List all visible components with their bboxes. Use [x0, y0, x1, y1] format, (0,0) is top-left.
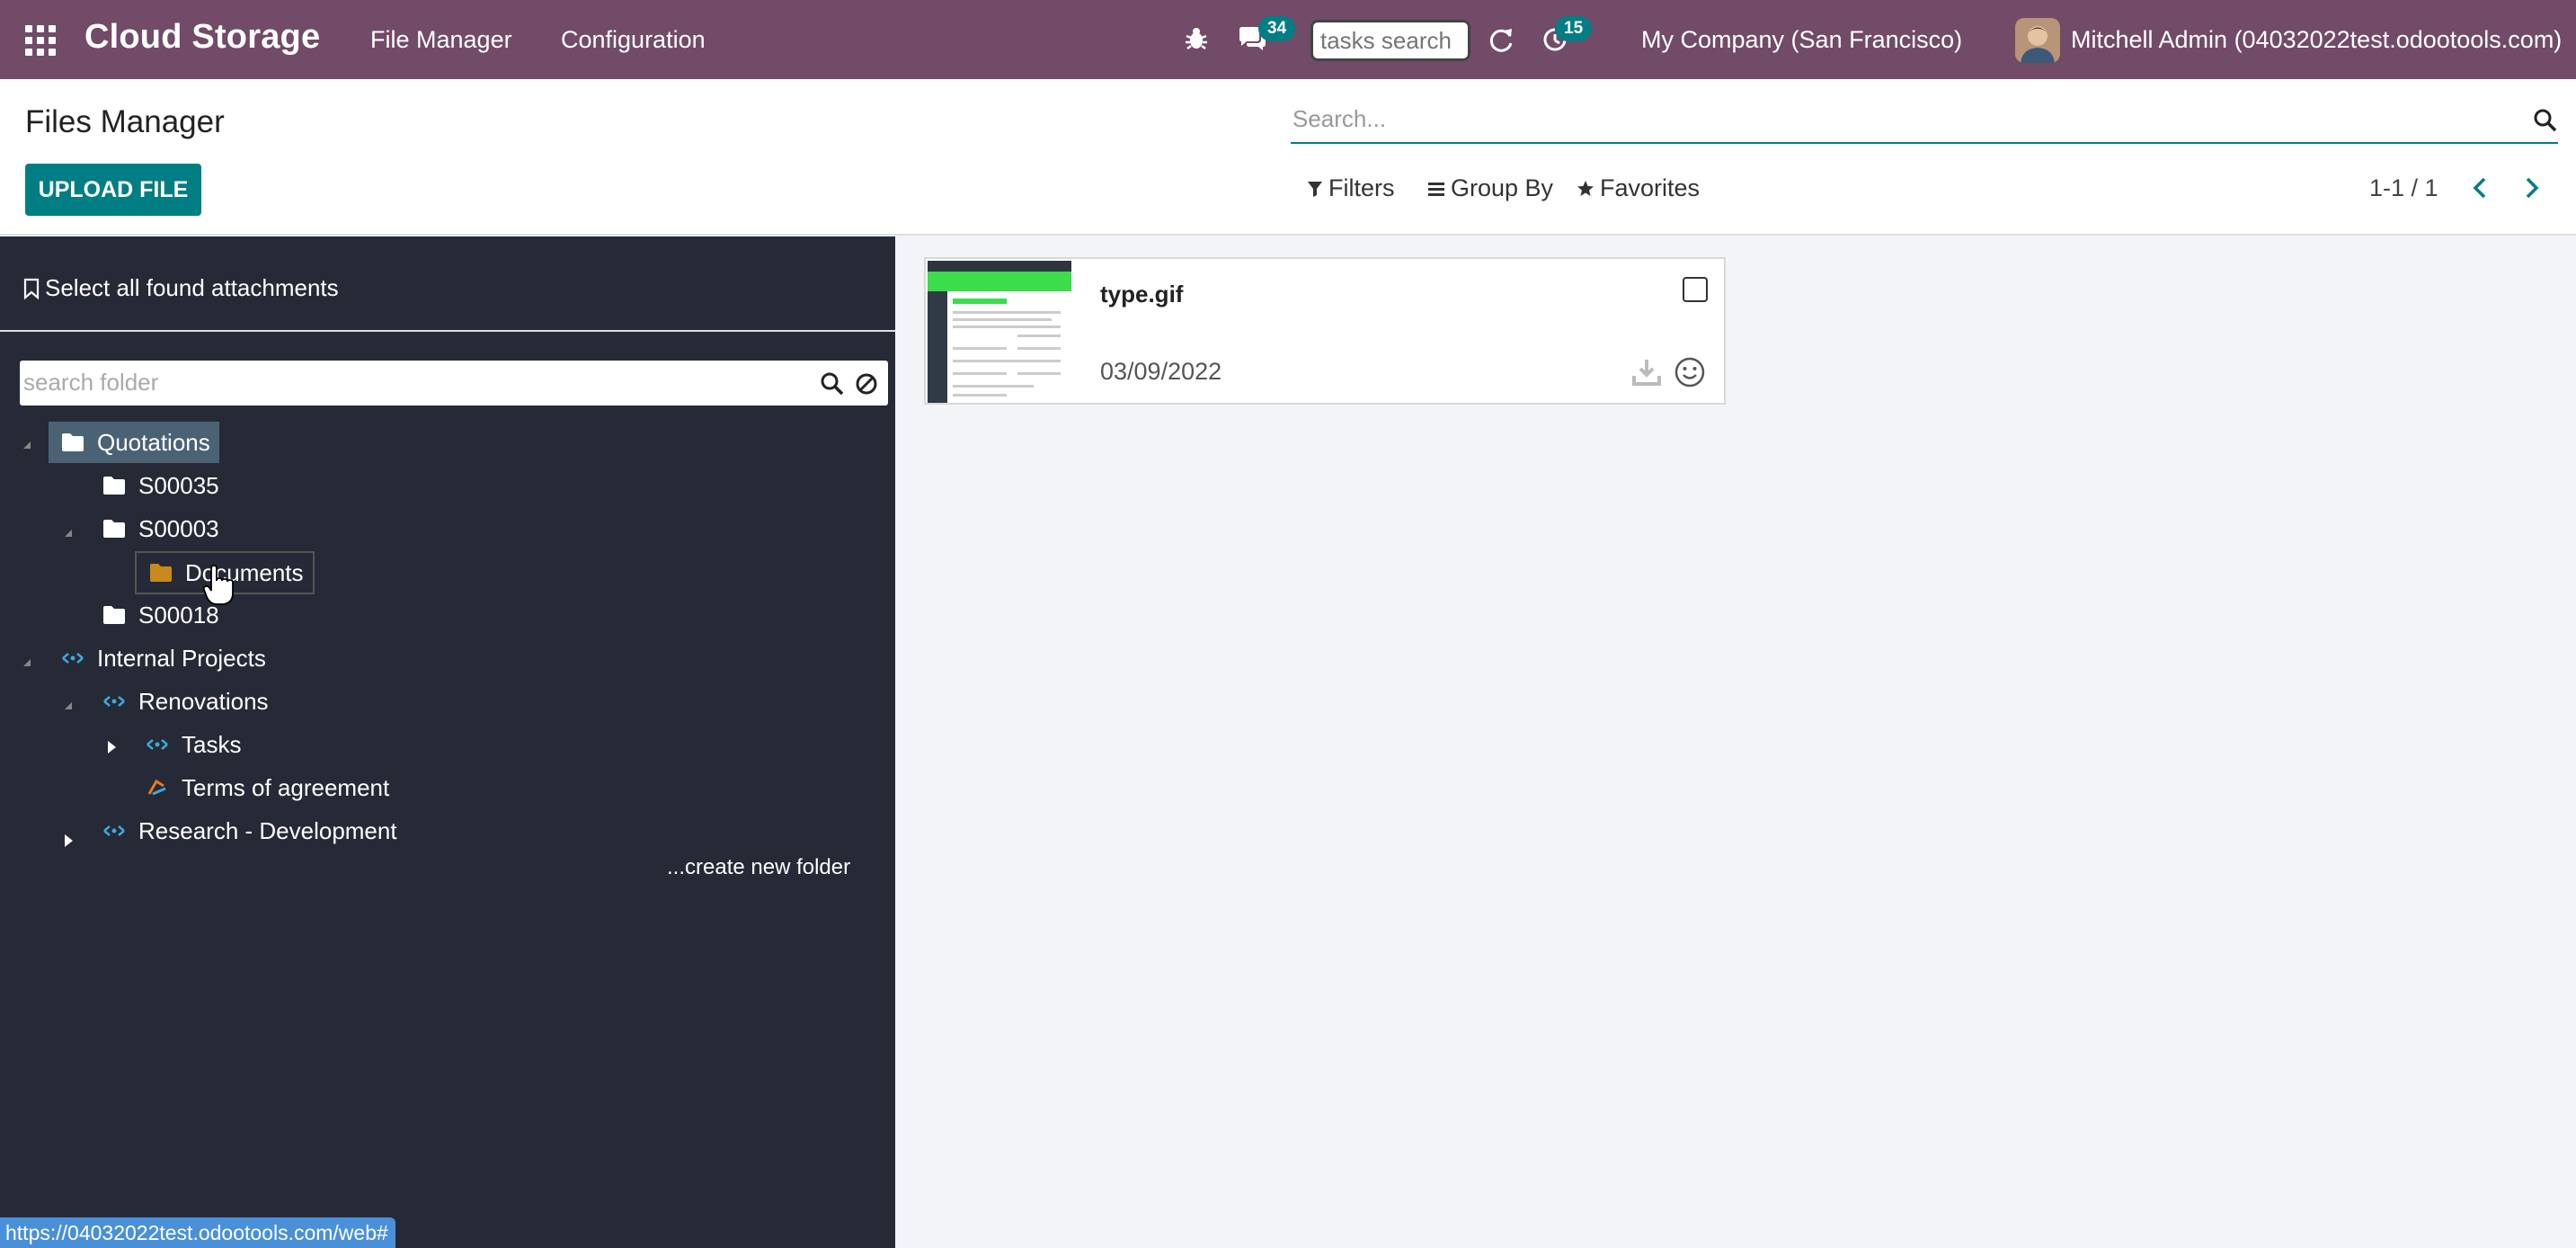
- tree-node-label: Internal Projects: [97, 644, 266, 672]
- menu-file-manager[interactable]: File Manager: [370, 26, 512, 54]
- tree-node-quotations[interactable]: Quotations: [49, 422, 219, 463]
- favorites-button[interactable]: Favorites: [1577, 174, 1700, 202]
- bookmark-icon: [23, 278, 40, 299]
- refresh-icon[interactable]: [1487, 25, 1515, 54]
- tree-node-label: Tasks: [182, 730, 242, 758]
- folder-search: [20, 361, 888, 406]
- select-all-attachments[interactable]: Select all found attachments: [23, 274, 339, 302]
- status-bar-url: https://04032022test.odootools.com/web#: [0, 1217, 395, 1248]
- filters-button[interactable]: Filters: [1307, 174, 1395, 202]
- tree-node-label: Quotations: [97, 428, 210, 456]
- folder-icon: [102, 476, 126, 495]
- clear-search-icon[interactable]: [854, 371, 879, 397]
- project-icon: [102, 824, 126, 838]
- search-input[interactable]: [1291, 99, 2486, 138]
- collapse-toggle-icon[interactable]: [59, 524, 77, 542]
- folder-search-input[interactable]: [20, 361, 811, 404]
- pager-next-icon[interactable]: [2517, 173, 2545, 203]
- tree-node-renovations[interactable]: Renovations: [90, 681, 278, 722]
- tree-node-research-development[interactable]: Research - Development: [90, 810, 406, 851]
- file-thumbnail[interactable]: [928, 261, 1071, 403]
- group-by-label: Group By: [1451, 174, 1554, 201]
- file-card[interactable]: type.gif 03/09/2022: [924, 257, 1726, 405]
- user-menu[interactable]: Mitchell Admin (04032022test.odootools.c…: [2071, 26, 2562, 54]
- tree-node-s00018[interactable]: S00018: [90, 594, 228, 636]
- file-name[interactable]: type.gif: [1100, 281, 1183, 308]
- apps-grid-icon[interactable]: [25, 25, 56, 56]
- tree-node-s00035[interactable]: S00035: [90, 465, 228, 506]
- folder-icon: [61, 432, 84, 452]
- tree-node-label: S00035: [138, 471, 219, 499]
- create-new-folder-link[interactable]: ...create new folder: [667, 855, 850, 880]
- menu-configuration[interactable]: Configuration: [561, 26, 706, 54]
- file-select-checkbox[interactable]: [1683, 277, 1708, 302]
- project-icon: [61, 651, 84, 665]
- sidebar-divider: [0, 330, 895, 332]
- messages-count-badge: 34: [1258, 16, 1296, 41]
- tree-node-internal-projects[interactable]: Internal Projects: [49, 637, 275, 679]
- search-icon[interactable]: [2533, 108, 2558, 133]
- group-by-button[interactable]: Group By: [1427, 174, 1553, 202]
- star-icon: [1577, 180, 1594, 198]
- pager-previous-icon[interactable]: [2466, 173, 2495, 203]
- tree-node-label: Terms of agreement: [182, 773, 390, 801]
- activities-count-badge: 15: [1555, 16, 1593, 41]
- favorites-label: Favorites: [1600, 174, 1701, 201]
- tree-node-documents[interactable]: Documents: [135, 551, 315, 594]
- folder-icon: [102, 605, 126, 625]
- select-all-label: Select all found attachments: [45, 274, 339, 301]
- tree-node-tasks[interactable]: Tasks: [133, 724, 250, 765]
- file-date: 03/09/2022: [1100, 358, 1222, 385]
- tasks-search-input[interactable]: [1310, 20, 1470, 61]
- download-icon[interactable]: [1630, 356, 1663, 388]
- company-switcher[interactable]: My Company (San Francisco): [1641, 26, 1962, 54]
- tree-node-terms-of-agreement[interactable]: Terms of agreement: [133, 767, 398, 808]
- page-title: Files Manager: [25, 104, 225, 139]
- list-icon: [1427, 181, 1445, 197]
- top-navbar: Cloud Storage File Manager Configuration…: [0, 0, 2576, 79]
- folder-sidebar: Select all found attachments search fold…: [0, 236, 895, 1248]
- upload-file-button[interactable]: UPLOAD FILE: [25, 164, 201, 216]
- tree-node-label: Documents: [185, 558, 304, 586]
- tree-node-label: S00018: [138, 601, 219, 628]
- folder-search-icon[interactable]: [820, 371, 845, 397]
- collapse-toggle-icon[interactable]: [59, 697, 77, 715]
- tree-node-label: Renovations: [138, 687, 269, 715]
- expand-toggle-icon[interactable]: [102, 738, 120, 756]
- document-link-icon: [146, 778, 169, 798]
- collapse-toggle-icon[interactable]: [18, 654, 36, 672]
- bug-icon[interactable]: [1183, 25, 1210, 52]
- tree-node-s00003[interactable]: S00003: [90, 508, 228, 549]
- user-avatar[interactable]: [2015, 18, 2060, 63]
- project-icon: [102, 694, 126, 709]
- pager-value[interactable]: 1-1 / 1: [2369, 174, 2438, 202]
- filters-label: Filters: [1328, 174, 1395, 201]
- folder-icon: [102, 519, 126, 539]
- app-brand[interactable]: Cloud Storage: [84, 18, 320, 57]
- control-panel: Files Manager UPLOAD FILE Filters Group …: [0, 79, 2576, 236]
- filter-icon: [1307, 180, 1323, 198]
- tree-node-label: S00003: [138, 514, 219, 542]
- project-icon: [146, 737, 169, 752]
- folder-icon: [149, 563, 173, 583]
- collapse-toggle-icon[interactable]: [18, 436, 36, 454]
- smile-icon[interactable]: [1674, 356, 1706, 388]
- expand-toggle-icon[interactable]: [59, 832, 77, 850]
- search-bar: [1291, 99, 2558, 144]
- tree-node-label: Research - Development: [138, 816, 397, 844]
